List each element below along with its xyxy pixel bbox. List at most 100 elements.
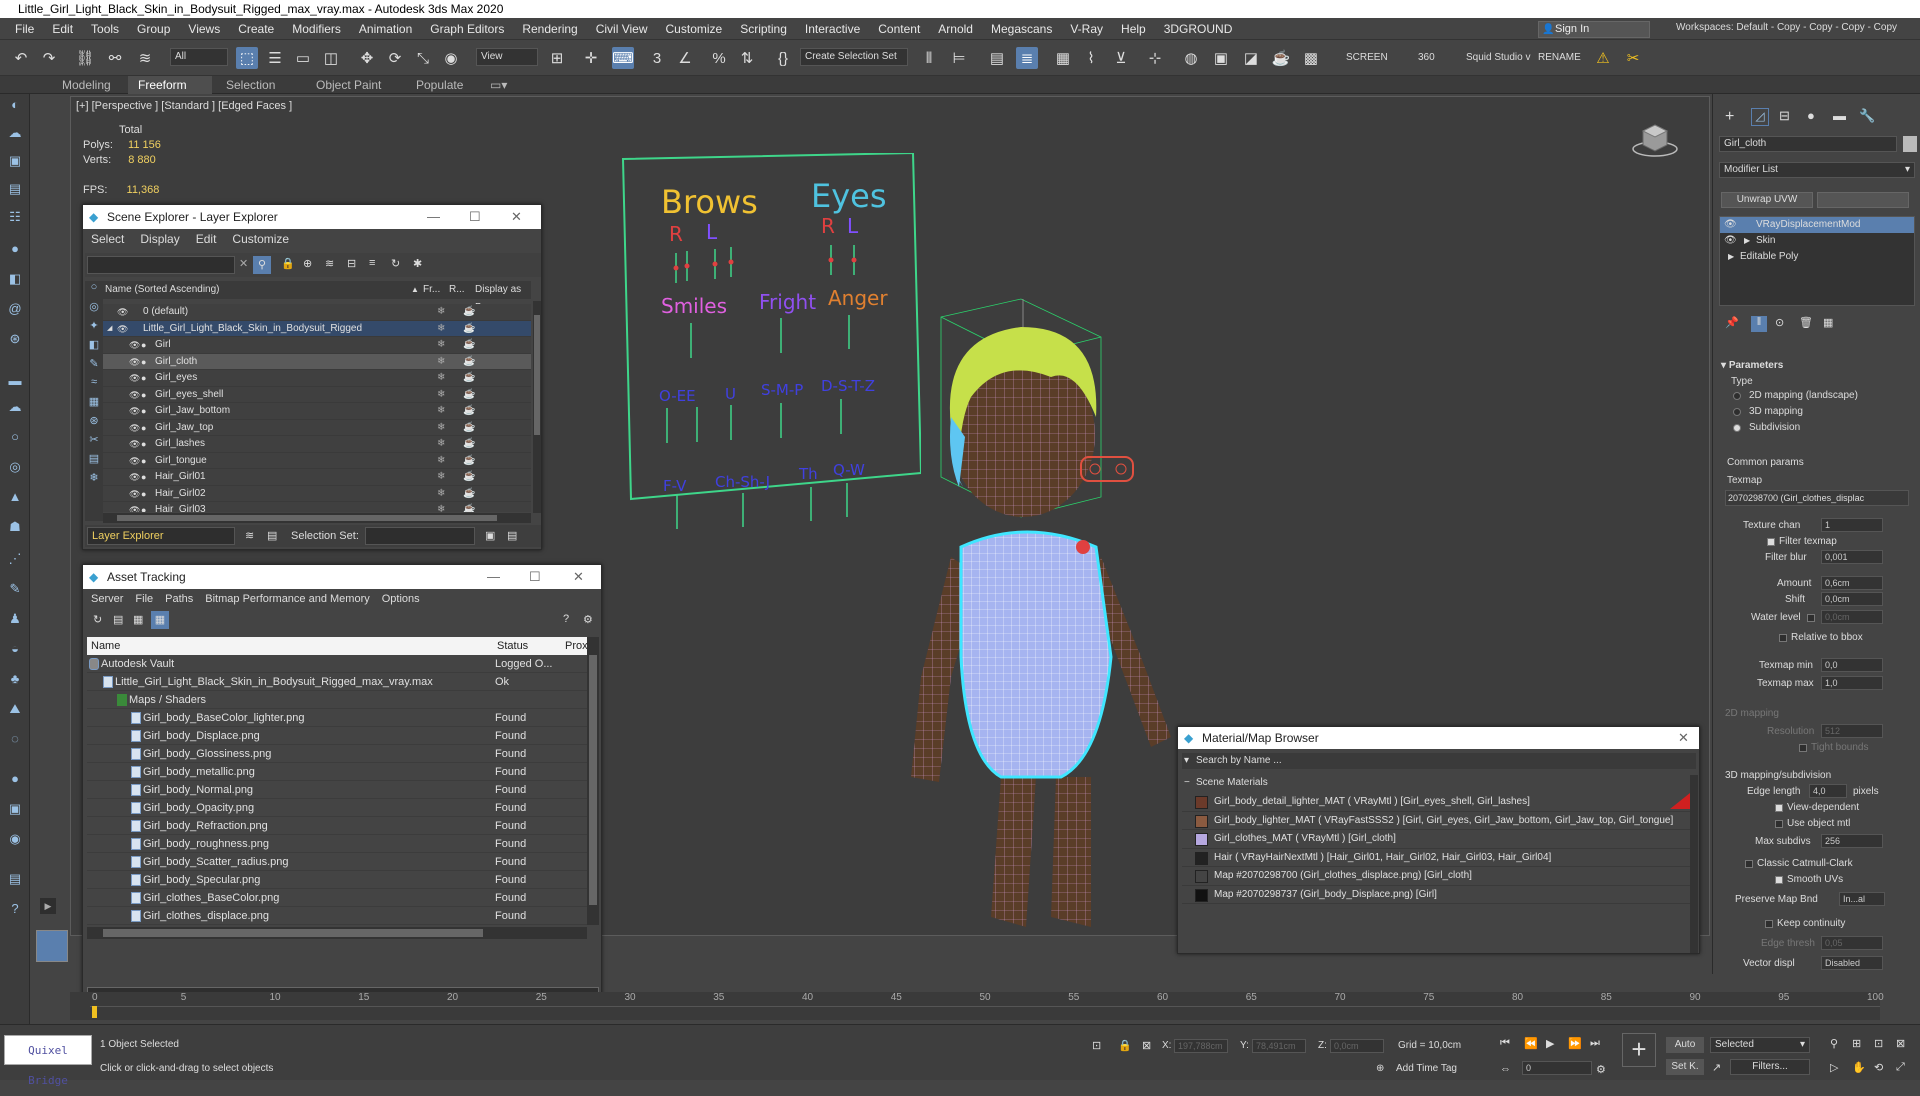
selection-set-dropdown[interactable] <box>365 527 475 545</box>
prev-frame-icon[interactable]: ⏪ <box>1524 1037 1538 1050</box>
viewport-label[interactable]: [+] [Perspective ] [Standard ] [Edged Fa… <box>76 100 292 112</box>
col-name-header[interactable]: Name (Sorted Ascending) <box>105 281 220 299</box>
freeze-toggle-icon[interactable]: ❄ <box>437 469 445 486</box>
menu-create[interactable]: Create <box>229 22 283 36</box>
undo-icon[interactable]: ↶ <box>10 47 32 69</box>
box-icon[interactable]: ▬ <box>6 372 24 390</box>
place-icon[interactable]: ◉ <box>440 47 462 69</box>
menu-graph-editors[interactable]: Graph Editors <box>421 22 513 36</box>
menu-views[interactable]: Views <box>179 22 229 36</box>
keyboard-shortcut-override-icon[interactable]: ⌨ <box>612 47 634 69</box>
next-frame-icon[interactable]: ⏩ <box>1568 1037 1582 1050</box>
tab-freeform[interactable]: Freeform <box>128 76 212 94</box>
at-vertical-scrollbar[interactable] <box>587 637 599 925</box>
freeze-toggle-icon[interactable]: ❄ <box>437 354 445 371</box>
render-production-icon[interactable]: ☕ <box>1270 47 1292 69</box>
fov-icon[interactable]: ▷ <box>1830 1061 1838 1074</box>
at-minimize-icon[interactable]: — <box>487 565 500 589</box>
asset-row[interactable]: Girl_body_roughness.png Found <box>87 835 587 853</box>
visibility-eye-icon[interactable]: 👁 <box>129 370 140 387</box>
renderable-toggle-icon[interactable]: ☕ <box>463 387 475 404</box>
se-vertical-scrollbar[interactable] <box>533 301 541 513</box>
layer-stack-toggle-icon[interactable]: ≋ <box>245 525 254 547</box>
teapot-icon[interactable]: ☗ <box>6 518 24 536</box>
renderable-toggle-icon[interactable]: ☕ <box>463 304 475 321</box>
renderable-toggle-icon[interactable]: ☕ <box>463 469 475 486</box>
at-table-icon[interactable]: ▦ <box>133 613 143 626</box>
freeze-toggle-icon[interactable]: ❄ <box>437 337 445 354</box>
texmap-button[interactable]: 2070298700 (Girl_clothes_displac <box>1725 490 1909 506</box>
configure-sets-icon[interactable]: ▦ <box>1823 316 1833 329</box>
terrain-icon[interactable]: ⛰ <box>6 700 24 718</box>
menu-modifiers[interactable]: Modifiers <box>283 22 350 36</box>
renderable-toggle-icon[interactable]: ☕ <box>463 420 475 437</box>
named-selection-dropdown[interactable]: Create Selection Set <box>800 48 908 66</box>
renderable-toggle-icon[interactable]: ☕ <box>463 486 475 503</box>
visibility-eye-icon[interactable]: 👁 <box>129 486 140 503</box>
material-row[interactable]: Girl_clothes_MAT ( VRayMtl ) [Girl_cloth… <box>1182 830 1690 849</box>
filters-button[interactable]: Filters... <box>1730 1059 1810 1075</box>
group-filter-icon[interactable]: ▦ <box>85 395 103 414</box>
zoom-icon[interactable]: ⚲ <box>1830 1037 1838 1050</box>
scene-explorer-row[interactable]: 👁 ● Girl_tongue ❄ ☕ <box>103 453 531 470</box>
se-menu-select[interactable]: Select <box>91 232 124 246</box>
freeze-toggle-icon[interactable]: ❄ <box>437 304 445 321</box>
freeze-toggle-icon[interactable]: ❄ <box>437 453 445 470</box>
rotate-icon[interactable]: ⟳ <box>384 47 406 69</box>
water-level-spinner[interactable]: 0,0cm <box>1821 610 1883 624</box>
redo-icon[interactable]: ↷ <box>38 47 60 69</box>
at-menu-bitmap[interactable]: Bitmap Performance and Memory <box>205 593 369 605</box>
at-menu-file[interactable]: File <box>135 593 153 605</box>
edge-thresh-spinner[interactable]: 0,05 <box>1821 936 1883 950</box>
set-key-big-icon[interactable]: + <box>1622 1033 1656 1067</box>
tab-populate[interactable]: Populate <box>406 76 473 94</box>
z-coord-field[interactable]: 0,0cm <box>1330 1039 1384 1053</box>
renderable-toggle-icon[interactable]: ☕ <box>463 321 475 338</box>
visibility-eye-icon[interactable]: 👁 <box>117 321 128 338</box>
help-icon[interactable]: ? <box>6 900 24 918</box>
renderable-toggle-icon[interactable]: ☕ <box>463 453 475 470</box>
camera-icon[interactable]: ◧ <box>6 270 24 288</box>
scene-explorer-row[interactable]: 👁 ● Girl_Jaw_top ❄ ☕ <box>103 420 531 437</box>
zoom-all-icon[interactable]: ⊞ <box>1852 1037 1861 1050</box>
warning-icon[interactable]: ⚠ <box>1592 47 1614 69</box>
scene-explorer-row[interactable]: 👁 ● Hair_Girl02 ❄ ☕ <box>103 486 531 503</box>
create-panel-icon[interactable]: + <box>1725 108 1734 126</box>
visibility-eye-icon[interactable]: 👁 <box>129 387 140 404</box>
screen-script-label[interactable]: SCREEN <box>1346 52 1388 63</box>
scene-explorer-row[interactable]: 👁 ● Hair_Girl03 ❄ ☕ <box>103 502 531 512</box>
view-dependent-checkbox[interactable] <box>1775 804 1783 812</box>
freeze-toggle-icon[interactable]: ❄ <box>437 403 445 420</box>
layer-manager-icon[interactable]: ▤ <box>986 47 1008 69</box>
scene-explorer-row[interactable]: 👁 ● Girl_cloth ❄ ☕ <box>103 353 531 371</box>
biped-icon[interactable]: ♟ <box>6 610 24 628</box>
key-filter-dropdown[interactable]: Selected ▾ <box>1710 1037 1810 1053</box>
visibility-eye-icon[interactable]: 👁 <box>129 403 140 420</box>
freeze-toggle-icon[interactable]: ❄ <box>437 387 445 404</box>
add-time-tag[interactable]: Add Time Tag <box>1396 1063 1457 1074</box>
absolute-mode-icon[interactable]: ⊠ <box>1142 1039 1151 1052</box>
at-list-icon[interactable]: ▤ <box>113 613 123 626</box>
menu-scripting[interactable]: Scripting <box>731 22 796 36</box>
at-help-icon[interactable]: ? <box>563 613 569 625</box>
frozen-filter-icon[interactable]: ❄ <box>85 471 103 490</box>
snaps-toggle-icon[interactable]: 3 <box>646 47 668 69</box>
mb-scrollbar[interactable] <box>1690 775 1698 953</box>
scene-explorer-row[interactable]: 👁 ● Girl_eyes_shell ❄ ☕ <box>103 387 531 404</box>
material-row[interactable]: Girl_body_lighter_MAT ( VRayFastSSS2 ) [… <box>1182 812 1690 830</box>
at-refresh-icon[interactable]: ↻ <box>93 613 102 626</box>
sign-in-dropdown[interactable]: 👤 Sign In <box>1538 21 1650 38</box>
scene-explorer-icon[interactable]: ≣ <box>1016 47 1038 69</box>
resolution-spinner[interactable]: 512 <box>1821 724 1883 738</box>
mb-titlebar[interactable]: ◆ Material/Map Browser ✕ <box>1178 727 1699 749</box>
tab-object-paint[interactable]: Object Paint <box>306 76 391 94</box>
menu-3dground[interactable]: 3DGROUND <box>1155 22 1242 36</box>
spacewarp-filter-icon[interactable]: ≈ <box>85 376 103 395</box>
spiral-icon[interactable]: @ <box>6 300 24 318</box>
curve-editor-icon[interactable]: ⌇ <box>1080 47 1102 69</box>
geometry-filter-icon[interactable]: ○ <box>85 281 103 300</box>
menu-interactive[interactable]: Interactive <box>796 22 869 36</box>
relative-bbox-checkbox[interactable] <box>1779 634 1787 642</box>
shape-filter-icon[interactable]: ◎ <box>85 300 103 319</box>
auto-key-button[interactable]: Auto <box>1666 1037 1704 1053</box>
